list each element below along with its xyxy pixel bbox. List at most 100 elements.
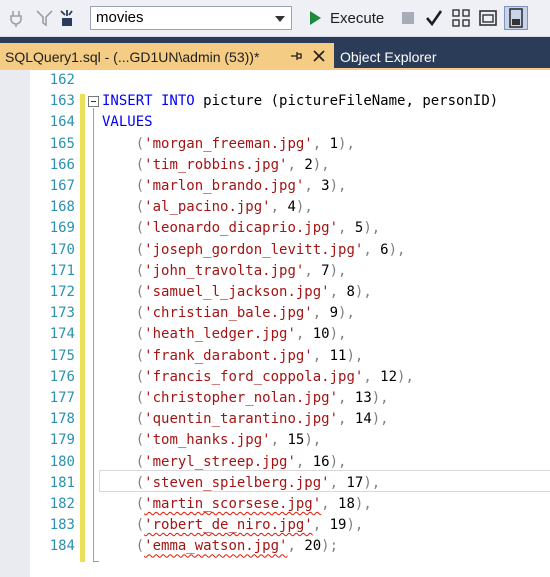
- row-terminator: ),: [346, 347, 364, 364]
- line-number: 162: [49, 72, 75, 88]
- tab-sqlquery1[interactable]: SQLQuery1.sql - (...GD1UN\admin (53))*: [0, 43, 334, 70]
- code-text: VALUES: [102, 112, 153, 133]
- row-terminator: ),: [371, 390, 389, 406]
- code-line: 169 ('leonardo_dicaprio.jpg', 5),: [0, 218, 550, 239]
- row-terminator: );: [321, 538, 339, 555]
- results-to-text-icon[interactable]: [478, 8, 498, 28]
- filter-icon[interactable]: [34, 8, 54, 28]
- code-line: 162: [0, 70, 550, 91]
- code-line: 172 ('samuel_l_jackson.jpg', 8),: [0, 282, 550, 303]
- row-terminator: ),: [388, 241, 406, 258]
- person-id: 15: [287, 432, 305, 449]
- line-number: 175: [49, 347, 75, 364]
- row-terminator: ),: [354, 496, 372, 512]
- row-terminator: ),: [397, 368, 414, 385]
- code-line: 184 ('emma_watson.jpg', 20);: [0, 536, 550, 557]
- results-to-grid-icon[interactable]: [504, 6, 528, 30]
- pin-icon[interactable]: [289, 49, 303, 63]
- code-line: 177 ('christopher_nolan.jpg', 13),: [0, 388, 550, 409]
- filename-string: 'al_pacino.jpg': [144, 199, 271, 216]
- tab-object-explorer[interactable]: Object Explorer: [340, 43, 436, 70]
- code-line: 171 ('john_travolta.jpg', 7),: [0, 261, 550, 282]
- open-paren: (: [135, 517, 145, 534]
- open-paren: (: [135, 453, 145, 470]
- line-number: 176: [49, 368, 75, 385]
- row-terminator: ),: [371, 411, 389, 428]
- line-number: 171: [49, 262, 75, 279]
- code-line: 181 ('steven_spielberg.jpg', 17),: [0, 473, 550, 494]
- person-id: 7: [321, 262, 330, 279]
- code-text: ('robert_de_niro.jpg', 19),: [102, 515, 364, 536]
- comma: ,: [321, 496, 339, 512]
- code-line: 179 ('tom_hanks.jpg', 15),: [0, 430, 550, 451]
- code-line: 182 ('martin_scorsese.jpg', 18),: [0, 494, 550, 515]
- execute-button[interactable]: Execute: [308, 6, 384, 30]
- open-paren: (: [135, 241, 145, 258]
- open-paren: (: [135, 432, 145, 449]
- open-paren: (: [135, 390, 145, 406]
- row-terminator: ),: [354, 284, 372, 300]
- query-toolbar: movies Execute: [0, 0, 550, 37]
- open-paren: (: [135, 326, 145, 343]
- comma: ,: [312, 135, 330, 152]
- line-number: 178: [49, 411, 75, 428]
- tab-object-explorer-label: Object Explorer: [340, 48, 437, 65]
- code-text: ('christopher_nolan.jpg', 13),: [102, 388, 389, 409]
- line-number: 173: [49, 305, 75, 322]
- filename-string: 'christian_bale.jpg': [144, 305, 313, 322]
- connect-plug-icon[interactable]: [6, 8, 26, 28]
- stop-icon[interactable]: [398, 8, 418, 28]
- line-number: 172: [49, 284, 75, 300]
- open-paren: (: [135, 305, 145, 322]
- query-plan-icon[interactable]: [451, 8, 471, 28]
- code-text: ('quentin_tarantino.jpg', 14),: [102, 409, 389, 430]
- person-id: 8: [346, 284, 355, 300]
- comma: ,: [312, 305, 330, 322]
- code-text: ('meryl_streep.jpg', 16),: [102, 452, 347, 473]
- line-number: 183: [49, 517, 75, 534]
- person-id: 19: [329, 517, 347, 534]
- code-line: 165 ('morgan_freeman.jpg', 1),: [0, 134, 550, 155]
- execute-play-icon: [310, 11, 321, 25]
- person-id: 13: [354, 390, 372, 406]
- open-paren: (: [135, 538, 145, 555]
- filename-string: 'samuel_l_jackson.jpg': [144, 284, 330, 300]
- person-id: 18: [338, 496, 355, 512]
- code-line: 167 ('marlon_brando.jpg', 3),: [0, 176, 550, 197]
- change-connection-icon[interactable]: [58, 8, 78, 28]
- line-number: 166: [49, 156, 75, 173]
- comma: ,: [338, 390, 355, 406]
- person-id: 11: [329, 347, 347, 364]
- filename-string: 'martin_scorsese.jpg': [144, 496, 322, 512]
- open-paren: (: [135, 135, 145, 152]
- line-number: 180: [49, 453, 75, 470]
- code-text: ('emma_watson.jpg', 20);: [102, 536, 338, 557]
- values-keyword: VALUES: [102, 114, 153, 131]
- person-id: 6: [380, 241, 389, 258]
- person-id: 10: [312, 326, 330, 343]
- open-paren: (: [135, 411, 145, 428]
- parse-check-icon[interactable]: [424, 8, 444, 28]
- filename-string: 'robert_de_niro.jpg': [144, 517, 313, 534]
- code-text: ('francis_ford_coppola.jpg', 12),: [102, 367, 414, 388]
- open-paren: (: [135, 178, 145, 194]
- filename-string: 'leonardo_dicaprio.jpg': [144, 220, 339, 237]
- comma: ,: [338, 411, 355, 428]
- sql-editor[interactable]: 162 163 INSERT INTO picture (pictureFileNa…: [0, 70, 550, 577]
- code-line: 178 ('quentin_tarantino.jpg', 14),: [0, 409, 550, 430]
- filename-string: 'heath_ledger.jpg': [144, 326, 296, 343]
- line-number: 177: [49, 390, 75, 406]
- row-terminator: ),: [312, 156, 330, 173]
- code-text: ('marlon_brando.jpg', 3),: [102, 176, 347, 197]
- open-paren: (: [135, 474, 145, 491]
- code-line: 183 ('robert_de_niro.jpg', 19),: [0, 515, 550, 536]
- code-text: ('john_travolta.jpg', 7),: [102, 261, 347, 282]
- comma: ,: [363, 241, 381, 258]
- person-id: 1: [329, 135, 339, 152]
- database-select[interactable]: movies: [90, 6, 292, 30]
- code-text: INSERT INTO picture (pictureFileName, pe…: [102, 91, 498, 112]
- row-terminator: ),: [329, 453, 347, 470]
- close-icon[interactable]: [312, 49, 326, 63]
- person-id: 14: [354, 411, 372, 428]
- open-paren: (: [135, 156, 145, 173]
